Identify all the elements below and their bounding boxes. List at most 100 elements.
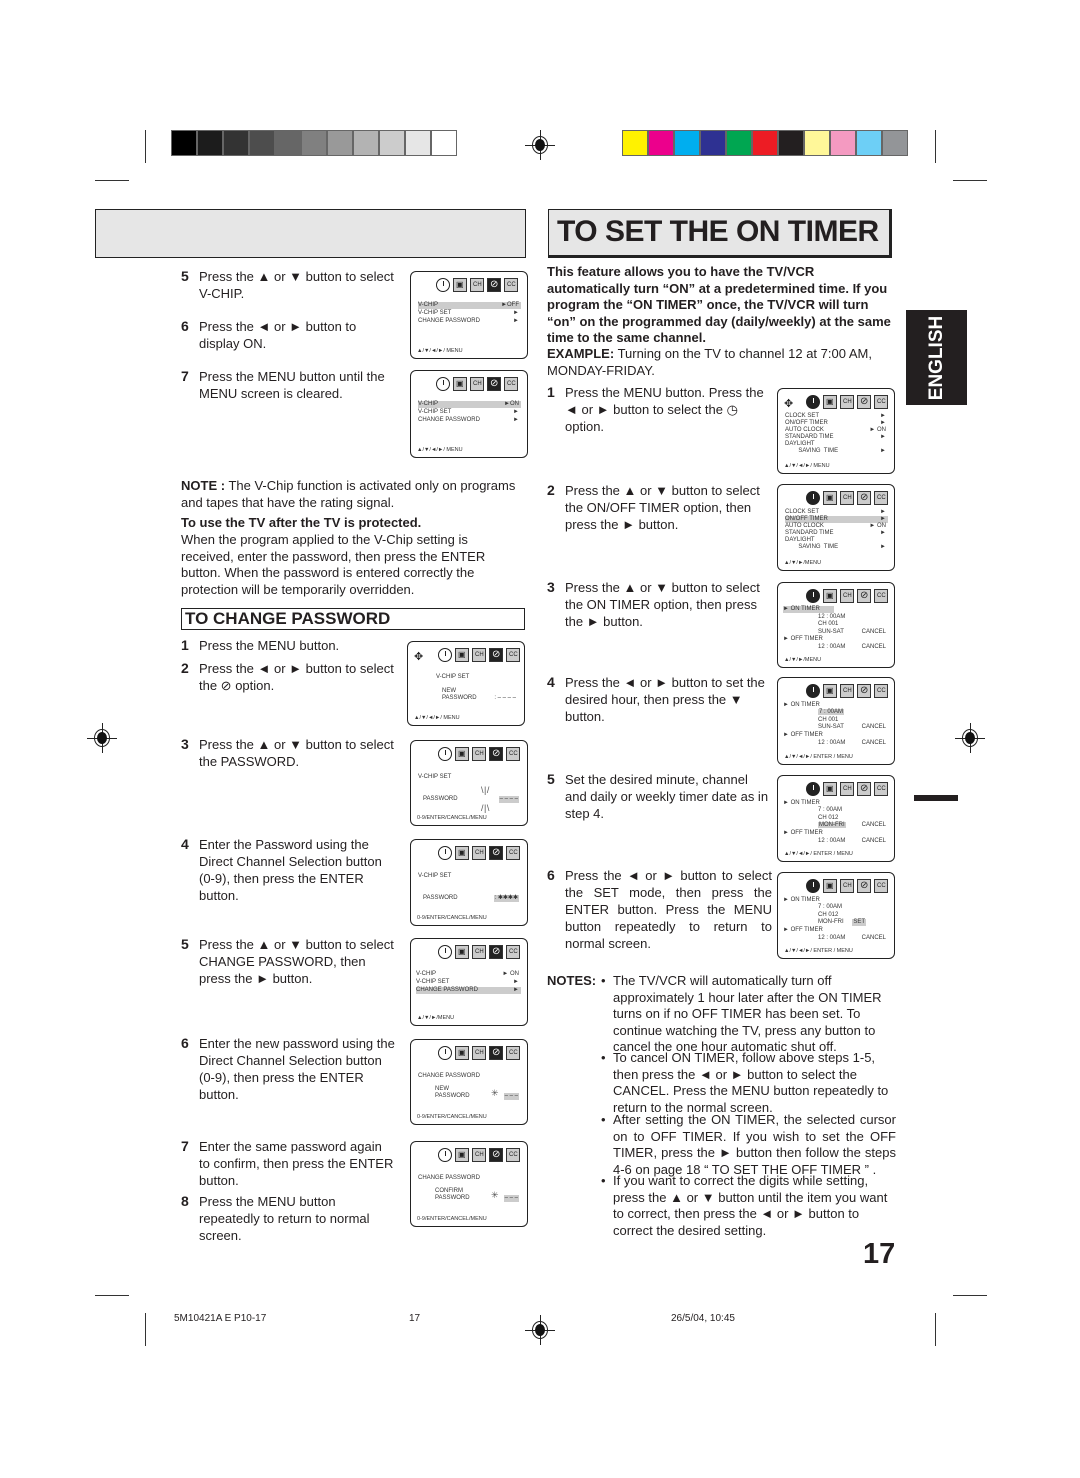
note-item: • The TV/VCR will automatically turn off … — [601, 973, 882, 1054]
vchip-icon — [487, 377, 501, 391]
picture-icon — [823, 589, 837, 603]
color-swatch — [831, 131, 855, 155]
channel-icon — [472, 747, 486, 761]
menu-row: SAVING TIME ► — [785, 448, 886, 454]
color-swatch — [432, 131, 456, 155]
clock-icon — [806, 879, 820, 893]
timer-channel: CH 012 — [818, 912, 839, 918]
color-swatch — [302, 131, 326, 155]
menu-row: CLOCK SET ► — [785, 509, 886, 515]
vchip-icon — [489, 648, 503, 662]
screen-footer: ▲/▼/◄/►/ MENU — [414, 715, 460, 721]
screen-footer: 0-9/ENTER/CANCEL/MENU — [417, 1114, 487, 1120]
color-swatch — [649, 131, 673, 155]
menu-row: ► OFF TIMER — [783, 732, 823, 738]
picture-icon — [823, 782, 837, 796]
screen-label: CONFIRM — [435, 1188, 463, 1194]
cp-step: 3 Press the ▲ or ▼ button to select the P… — [181, 736, 394, 769]
clock-icon — [806, 589, 820, 603]
picture-icon — [453, 278, 467, 292]
color-swatch — [753, 131, 777, 155]
menu-row: CHANGE PASSWORD ► — [416, 987, 521, 994]
menu-icon-bar — [436, 278, 518, 292]
color-swatch — [701, 131, 725, 155]
menu-row: V-CHIP ► ON — [416, 971, 519, 977]
timer-step: 1 Press the MENU button. Press the ◄ or ►… — [547, 384, 764, 434]
language-tab-label: ENGLISH — [925, 315, 947, 400]
footer-date: 26/5/04, 10:45 — [671, 1313, 735, 1324]
caption-icon — [506, 747, 520, 761]
timer-time: 7 : 00AM — [818, 807, 843, 813]
picture-icon — [455, 945, 469, 959]
vchip-icon — [857, 684, 871, 698]
screen-title: V-CHIP SET — [418, 873, 452, 879]
caption-icon — [506, 846, 520, 860]
menu-row: ON/OFF TIMER ► — [785, 420, 886, 426]
caption-icon — [874, 589, 888, 603]
tv-screen-on-timer-selected: ► ON TIMER 12 : 00AM CH 001 SUN-SATCANCE… — [777, 582, 895, 668]
off-timer-row: 12 : 00AM CANCEL — [818, 935, 886, 941]
crop-mark — [935, 130, 936, 163]
menu-row: ► OFF TIMER — [783, 830, 823, 836]
note-item: • After setting the ON TIMER, the selecte… — [601, 1112, 896, 1177]
caption-icon — [506, 945, 520, 959]
menu-icon-bar — [806, 589, 888, 603]
vchip-icon — [487, 278, 501, 292]
menu-icon-bar — [438, 1046, 520, 1060]
menu-row: V-CHIP ►ON — [418, 401, 521, 408]
color-swatch — [198, 131, 222, 155]
caption-icon — [874, 395, 888, 409]
clock-icon — [436, 278, 450, 292]
channel-icon — [840, 684, 854, 698]
tv-screen-new-password-change: CHANGE PASSWORD NEW PASSWORD– – – ✳ 0-9/… — [410, 1039, 528, 1125]
tv-screen-clock-menu: ✥ CLOCK SET► ON/OFF TIMER► AUTO CLOCK► O… — [777, 388, 895, 474]
caption-icon — [874, 491, 888, 505]
caption-icon — [504, 377, 518, 391]
timer-step: 4 Press the ◄ or ► button to set the desi… — [547, 674, 765, 724]
dpad-icon: ✥ — [784, 398, 794, 410]
screen-footer: ▲/▼/►/MENU — [784, 560, 822, 566]
color-swatch — [406, 131, 430, 155]
color-swatch — [354, 131, 378, 155]
blink-indicator-icon: ✳ — [491, 1190, 498, 1200]
vchip-icon — [489, 846, 503, 860]
registration-mark-icon — [955, 723, 985, 753]
screen-row: PASSWORD – – – — [435, 1195, 519, 1202]
color-swatch — [779, 131, 803, 155]
timer-days-row: SUN-SAT CANCEL — [818, 629, 886, 635]
color-swatch — [328, 131, 352, 155]
clock-icon — [438, 1046, 452, 1060]
screen-row: PASSWORD: – – – – — [442, 695, 516, 701]
timer-time: 7 : 00AM — [818, 709, 845, 715]
screen-footer: 0-9/ENTER/CANCEL/MENU — [417, 1216, 487, 1222]
menu-row: V-CHIP SET ► — [418, 409, 519, 415]
picture-icon — [455, 747, 469, 761]
menu-icon-bar — [438, 846, 520, 860]
color-swatch — [883, 131, 907, 155]
vchip-icon — [857, 395, 871, 409]
tv-screen-set-days: ► ON TIMER 7 : 00AM CH 012 MON-FRICANCEL… — [777, 775, 895, 862]
clock-icon — [806, 395, 820, 409]
menu-icon-bar — [438, 747, 520, 761]
crop-mark — [935, 1313, 936, 1346]
menu-row: AUTO CLOCK ► ON — [785, 427, 886, 433]
screen-footer: 0-9/ENTER/CANCEL/MENU — [417, 915, 487, 921]
off-timer-row: 12 : 00AM CANCEL — [818, 740, 886, 746]
menu-row: ON/OFF TIMER ► — [785, 516, 888, 523]
screen-footer: 0-9/ENTER/CANCEL/MENU — [417, 815, 487, 821]
channel-icon — [472, 1046, 486, 1060]
cp-step: 6 Enter the new password using the Direct… — [181, 1035, 395, 1102]
channel-icon — [840, 589, 854, 603]
cp-step: 5 Press the ▲ or ▼ button to select CHANG… — [181, 936, 394, 986]
menu-row: ► ON TIMER — [783, 800, 820, 806]
color-swatch — [250, 131, 274, 155]
screen-row: PASSWORD – – – — [435, 1093, 519, 1100]
vchip-icon — [489, 1046, 503, 1060]
page-title: TO SET THE ON TIMER — [557, 215, 879, 248]
crop-mark — [145, 130, 146, 163]
step-6-display-on: 6 Press the ◄ or ► button to display ON. — [181, 318, 357, 351]
screen-footer: ▲/▼/◄/►/ ENTER / MENU — [784, 754, 853, 760]
timer-channel: CH 001 — [818, 717, 839, 723]
crop-mark — [953, 1295, 987, 1296]
section-marker — [914, 795, 958, 801]
